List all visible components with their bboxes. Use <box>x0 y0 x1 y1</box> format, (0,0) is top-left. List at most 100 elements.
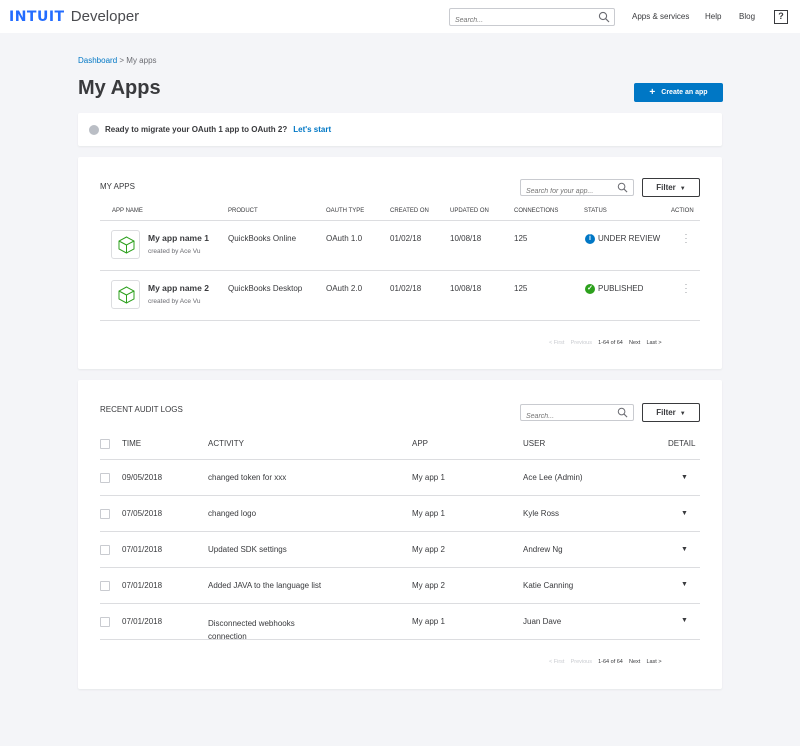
check-icon: ✓ <box>585 284 595 294</box>
pager-previous[interactable]: Previous <box>571 340 592 346</box>
filter-label: Filter <box>656 408 676 417</box>
app-oauth-type: OAuth 1.0 <box>326 234 363 243</box>
log-time: 07/01/2018 <box>122 545 163 554</box>
col-oauth-type: OAUTH TYPE <box>326 208 365 214</box>
logs-filter-button[interactable]: Filter ▼ <box>642 403 700 422</box>
nav-help[interactable]: Help <box>705 12 721 21</box>
select-all-checkbox[interactable] <box>100 439 110 449</box>
log-user: Katie Canning <box>523 581 574 590</box>
col-product: PRODUCT <box>228 208 258 214</box>
apps-filter-button[interactable]: Filter ▼ <box>642 178 700 197</box>
log-activity: Added JAVA to the language list <box>208 581 322 590</box>
create-app-label: Create an app <box>661 89 708 96</box>
banner-message: Ready to migrate your OAuth 1 app to OAu… <box>105 125 331 134</box>
migration-banner: Ready to migrate your OAuth 1 app to OAu… <box>78 113 722 146</box>
brand-wordmark: INTUIT <box>9 9 65 25</box>
pager-range: 1-64 of 64 <box>598 340 623 346</box>
app-connections: 125 <box>514 284 528 293</box>
log-time: 09/05/2018 <box>122 473 163 482</box>
log-app: My app 2 <box>412 545 445 554</box>
row-checkbox[interactable] <box>100 617 110 627</box>
pager-previous[interactable]: Previous <box>571 659 592 665</box>
filter-label: Filter <box>656 183 676 192</box>
row-divider <box>100 567 700 568</box>
col-status: STATUS <box>584 208 607 214</box>
expand-chevron-icon[interactable]: ▼ <box>681 474 688 481</box>
audit-logs-title: RECENT AUDIT LOGS <box>100 405 183 414</box>
col-created-on: CREATED ON <box>390 208 429 214</box>
app-created-on: 01/02/18 <box>390 284 422 293</box>
pager-last[interactable]: Last > <box>646 340 661 346</box>
apps-pagination: < First Previous 1-64 of 64 Next Last > <box>549 340 662 346</box>
breadcrumb-dashboard[interactable]: Dashboard <box>78 56 117 65</box>
app-cube-icon <box>111 230 140 259</box>
row-checkbox[interactable] <box>100 545 110 555</box>
expand-chevron-icon[interactable]: ▼ <box>681 581 688 588</box>
row-checkbox[interactable] <box>100 473 110 483</box>
col-time: TIME <box>122 439 142 448</box>
expand-chevron-icon[interactable]: ▼ <box>681 546 688 553</box>
help-icon[interactable]: ? <box>774 10 788 24</box>
search-icon[interactable] <box>617 407 628 418</box>
app-search-input[interactable] <box>521 184 611 199</box>
pager-last[interactable]: Last > <box>646 659 661 665</box>
plus-icon: + <box>649 87 656 98</box>
audit-logs-card: RECENT AUDIT LOGS Filter▼ TIME ACTIVITY … <box>78 380 722 689</box>
pager-next[interactable]: Next <box>629 659 640 665</box>
global-search-input[interactable] <box>450 12 590 29</box>
pager-first[interactable]: < First <box>549 340 564 346</box>
pager-next[interactable]: Next <box>629 340 640 346</box>
row-checkbox[interactable] <box>100 581 110 591</box>
log-activity: Updated SDK settings <box>208 545 287 554</box>
log-user: Kyle Ross <box>523 509 560 518</box>
log-user: Ace Lee (Admin) <box>523 473 583 482</box>
breadcrumb-current: My apps <box>126 56 157 65</box>
log-search[interactable] <box>520 404 634 424</box>
row-divider <box>100 639 700 640</box>
app-oauth-type: OAuth 2.0 <box>326 284 363 293</box>
col-action: ACTION <box>671 208 694 214</box>
status-badge: UNDER REVIEW <box>598 234 661 243</box>
pager-first[interactable]: < First <box>549 659 564 665</box>
status-badge: PUBLISHED <box>598 284 644 293</box>
breadcrumb-separator: > <box>119 56 125 65</box>
app-updated-on: 10/08/18 <box>450 284 482 293</box>
my-apps-card: MY APPS Filter▼ APP NAME PRODUCT OAUTH T… <box>78 157 722 369</box>
col-app: APP <box>412 439 429 448</box>
header-divider <box>100 459 700 460</box>
more-actions-icon[interactable]: · · · <box>684 230 688 247</box>
more-actions-icon[interactable]: · · · <box>684 280 688 297</box>
app-cube-icon <box>111 280 140 309</box>
col-detail: DETAIL <box>668 439 696 448</box>
app-product: QuickBooks Desktop <box>228 284 303 293</box>
app-creator: created by Ace Vu <box>148 298 201 305</box>
app-connections: 125 <box>514 234 528 243</box>
col-activity: ACTIVITY <box>208 439 245 448</box>
expand-chevron-icon[interactable]: ▼ <box>681 510 688 517</box>
log-user: Andrew Ng <box>523 545 563 554</box>
top-bar: INTUIT Developer Apps & services Help Bl… <box>0 0 800 33</box>
lets-start-link[interactable]: Let's start <box>293 125 331 134</box>
log-search-input[interactable] <box>521 409 611 424</box>
log-user: Juan Dave <box>523 617 562 626</box>
chevron-down-icon: ▼ <box>679 186 686 192</box>
search-icon[interactable] <box>617 182 628 193</box>
row-divider <box>100 270 700 271</box>
global-search[interactable] <box>449 8 615 29</box>
app-product: QuickBooks Online <box>228 234 297 243</box>
create-app-button[interactable]: + Create an app <box>634 83 723 102</box>
app-name[interactable]: My app name 1 <box>148 233 209 243</box>
nav-blog[interactable]: Blog <box>739 12 755 21</box>
col-connections: CONNECTIONS <box>514 208 559 214</box>
nav-apps-services[interactable]: Apps & services <box>632 12 689 21</box>
app-search[interactable] <box>520 179 634 199</box>
page-title: My Apps <box>78 77 161 99</box>
expand-chevron-icon[interactable]: ▼ <box>681 617 688 624</box>
app-name[interactable]: My app name 2 <box>148 283 209 293</box>
info-icon: i <box>585 234 595 244</box>
row-checkbox[interactable] <box>100 509 110 519</box>
intuit-developer-logo[interactable]: INTUIT Developer <box>9 8 139 25</box>
my-apps-title: MY APPS <box>100 182 135 191</box>
search-icon[interactable] <box>598 11 610 23</box>
breadcrumb: Dashboard > My apps <box>78 56 157 65</box>
